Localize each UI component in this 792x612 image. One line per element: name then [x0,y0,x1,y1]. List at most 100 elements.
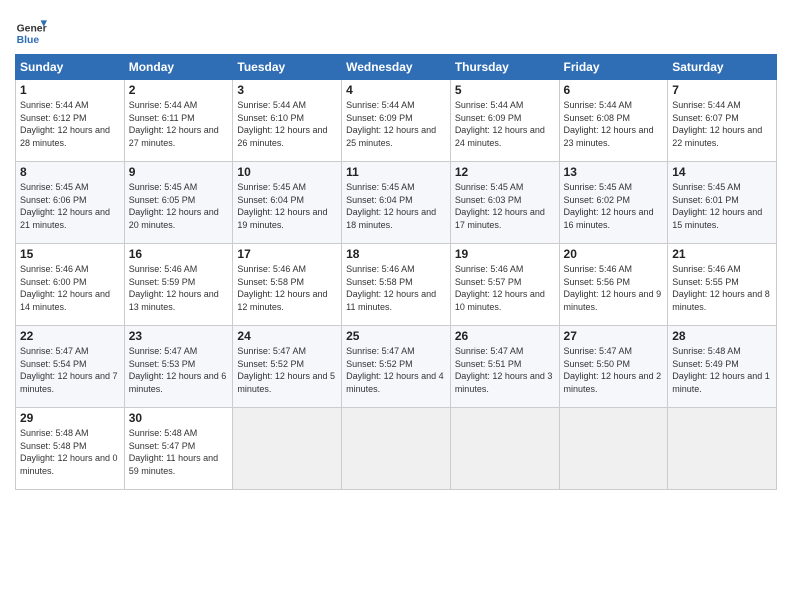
day-number: 2 [129,83,229,97]
day-number: 29 [20,411,120,425]
day-detail: Sunrise: 5:45 AMSunset: 6:04 PMDaylight:… [237,182,327,230]
day-number: 5 [455,83,555,97]
calendar-cell: 11Sunrise: 5:45 AMSunset: 6:04 PMDayligh… [342,162,451,244]
calendar-cell: 8 Sunrise: 5:45 AMSunset: 6:06 PMDaylight… [16,162,125,244]
day-detail: Sunrise: 5:44 AMSunset: 6:07 PMDaylight:… [672,100,762,148]
calendar-cell: 29 Sunrise: 5:48 AMSunset: 5:48 PMDayligh… [16,408,125,490]
calendar-week-row: 1 Sunrise: 5:44 AMSunset: 6:12 PMDaylight… [16,80,777,162]
calendar-cell: 20 Sunrise: 5:46 AMSunset: 5:56 PMDayligh… [559,244,668,326]
day-detail: Sunrise: 5:46 AMSunset: 6:00 PMDaylight:… [20,264,110,312]
day-number: 3 [237,83,337,97]
weekday-header: Sunday [16,55,125,80]
day-number: 15 [20,247,120,261]
weekday-header: Wednesday [342,55,451,80]
weekday-header: Tuesday [233,55,342,80]
calendar-cell: 17 Sunrise: 5:46 AMSunset: 5:58 PMDayligh… [233,244,342,326]
calendar-header-row: SundayMondayTuesdayWednesdayThursdayFrid… [16,55,777,80]
calendar-cell: 10Sunrise: 5:45 AMSunset: 6:04 PMDayligh… [233,162,342,244]
day-detail: Sunrise: 5:45 AMSunset: 6:06 PMDaylight:… [20,182,110,230]
calendar-table: SundayMondayTuesdayWednesdayThursdayFrid… [15,54,777,490]
calendar-cell [559,408,668,490]
calendar-cell: 9Sunrise: 5:45 AMSunset: 6:05 PMDaylight… [124,162,233,244]
day-detail: Sunrise: 5:44 AMSunset: 6:09 PMDaylight:… [346,100,436,148]
weekday-header: Friday [559,55,668,80]
calendar-cell: 27 Sunrise: 5:47 AMSunset: 5:50 PMDayligh… [559,326,668,408]
day-number: 23 [129,329,229,343]
day-number: 4 [346,83,446,97]
calendar-cell: 6 Sunrise: 5:44 AMSunset: 6:08 PMDaylight… [559,80,668,162]
day-detail: Sunrise: 5:48 AMSunset: 5:48 PMDaylight:… [20,428,118,476]
day-number: 13 [564,165,664,179]
logo: General Blue [15,14,50,46]
day-number: 1 [20,83,120,97]
day-detail: Sunrise: 5:44 AMSunset: 6:12 PMDaylight:… [20,100,110,148]
calendar-week-row: 29 Sunrise: 5:48 AMSunset: 5:48 PMDayligh… [16,408,777,490]
day-detail: Sunrise: 5:44 AMSunset: 6:10 PMDaylight:… [237,100,327,148]
day-detail: Sunrise: 5:46 AMSunset: 5:58 PMDaylight:… [346,264,436,312]
calendar-cell: 1 Sunrise: 5:44 AMSunset: 6:12 PMDaylight… [16,80,125,162]
day-detail: Sunrise: 5:47 AMSunset: 5:52 PMDaylight:… [237,346,335,394]
calendar-cell: 2 Sunrise: 5:44 AMSunset: 6:11 PMDaylight… [124,80,233,162]
calendar-week-row: 22 Sunrise: 5:47 AMSunset: 5:54 PMDayligh… [16,326,777,408]
day-number: 6 [564,83,664,97]
day-number: 26 [455,329,555,343]
calendar-cell: 19 Sunrise: 5:46 AMSunset: 5:57 PMDayligh… [450,244,559,326]
day-number: 8 [20,165,120,179]
day-number: 18 [346,247,446,261]
day-detail: Sunrise: 5:44 AMSunset: 6:08 PMDaylight:… [564,100,654,148]
day-detail: Sunrise: 5:45 AMSunset: 6:02 PMDaylight:… [564,182,654,230]
calendar-cell: 5 Sunrise: 5:44 AMSunset: 6:09 PMDaylight… [450,80,559,162]
day-number: 25 [346,329,446,343]
day-number: 24 [237,329,337,343]
calendar-week-row: 15 Sunrise: 5:46 AMSunset: 6:00 PMDayligh… [16,244,777,326]
calendar-cell [342,408,451,490]
day-detail: Sunrise: 5:47 AMSunset: 5:54 PMDaylight:… [20,346,118,394]
day-number: 20 [564,247,664,261]
day-number: 17 [237,247,337,261]
day-number: 27 [564,329,664,343]
day-number: 28 [672,329,772,343]
calendar-cell: 7Sunrise: 5:44 AMSunset: 6:07 PMDaylight… [668,80,777,162]
day-detail: Sunrise: 5:47 AMSunset: 5:52 PMDaylight:… [346,346,444,394]
calendar-cell: 28Sunrise: 5:48 AMSunset: 5:49 PMDayligh… [668,326,777,408]
calendar-cell: 26 Sunrise: 5:47 AMSunset: 5:51 PMDayligh… [450,326,559,408]
calendar-week-row: 8 Sunrise: 5:45 AMSunset: 6:06 PMDaylight… [16,162,777,244]
calendar-cell: 30 Sunrise: 5:48 AMSunset: 5:47 PMDayligh… [124,408,233,490]
day-detail: Sunrise: 5:46 AMSunset: 5:55 PMDaylight:… [672,264,770,312]
calendar-cell: 23Sunrise: 5:47 AMSunset: 5:53 PMDayligh… [124,326,233,408]
day-detail: Sunrise: 5:45 AMSunset: 6:03 PMDaylight:… [455,182,545,230]
calendar-cell: 14 Sunrise: 5:45 AMSunset: 6:01 PMDayligh… [668,162,777,244]
weekday-header: Thursday [450,55,559,80]
day-number: 22 [20,329,120,343]
calendar-cell: 24 Sunrise: 5:47 AMSunset: 5:52 PMDayligh… [233,326,342,408]
day-number: 21 [672,247,772,261]
day-detail: Sunrise: 5:46 AMSunset: 5:57 PMDaylight:… [455,264,545,312]
weekday-header: Monday [124,55,233,80]
day-number: 12 [455,165,555,179]
calendar-cell [668,408,777,490]
svg-text:Blue: Blue [17,35,40,46]
day-number: 19 [455,247,555,261]
day-detail: Sunrise: 5:46 AMSunset: 5:59 PMDaylight:… [129,264,219,312]
calendar-cell: 15 Sunrise: 5:46 AMSunset: 6:00 PMDayligh… [16,244,125,326]
day-detail: Sunrise: 5:47 AMSunset: 5:51 PMDaylight:… [455,346,553,394]
day-detail: Sunrise: 5:46 AMSunset: 5:56 PMDaylight:… [564,264,662,312]
calendar-cell: 16 Sunrise: 5:46 AMSunset: 5:59 PMDayligh… [124,244,233,326]
calendar-cell [233,408,342,490]
calendar-cell: 25 Sunrise: 5:47 AMSunset: 5:52 PMDayligh… [342,326,451,408]
day-detail: Sunrise: 5:48 AMSunset: 5:47 PMDaylight:… [129,428,218,476]
day-detail: Sunrise: 5:46 AMSunset: 5:58 PMDaylight:… [237,264,327,312]
day-detail: Sunrise: 5:47 AMSunset: 5:50 PMDaylight:… [564,346,662,394]
day-detail: Sunrise: 5:45 AMSunset: 6:01 PMDaylight:… [672,182,762,230]
calendar-cell: 12 Sunrise: 5:45 AMSunset: 6:03 PMDayligh… [450,162,559,244]
day-number: 16 [129,247,229,261]
weekday-header: Saturday [668,55,777,80]
day-number: 14 [672,165,772,179]
day-detail: Sunrise: 5:44 AMSunset: 6:11 PMDaylight:… [129,100,219,148]
day-number: 30 [129,411,229,425]
day-number: 9 [129,165,229,179]
calendar-cell: 3 Sunrise: 5:44 AMSunset: 6:10 PMDaylight… [233,80,342,162]
day-number: 11 [346,165,446,179]
day-detail: Sunrise: 5:44 AMSunset: 6:09 PMDaylight:… [455,100,545,148]
page-header: General Blue [15,10,777,46]
